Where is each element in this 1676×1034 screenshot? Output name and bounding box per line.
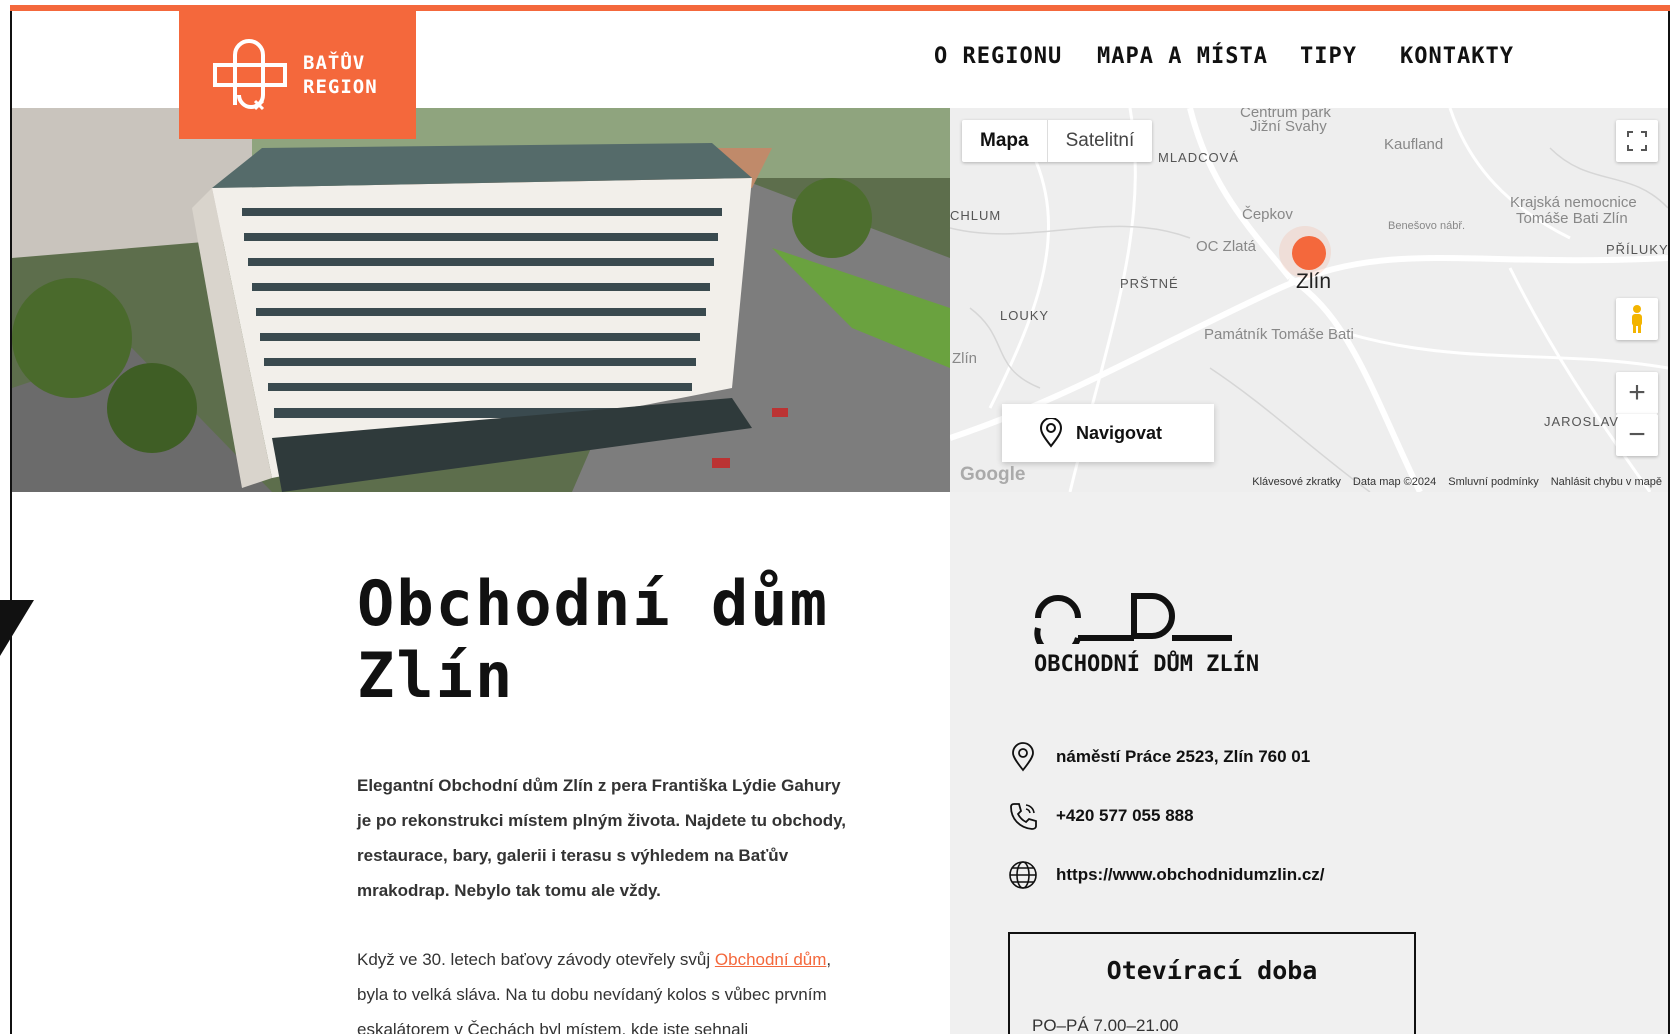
map-label-kaufland: Kaufland [1384,136,1444,153]
map-footer-data: Data map ©2024 [1352,476,1437,488]
website-link[interactable]: https://www.obchodnidumzlin.cz/ [1056,865,1325,885]
map-label-louky: LOUKY [1000,308,1050,323]
opening-hours-title: Otevírací doba [1106,956,1318,985]
map-type-toggle: Mapa Satelitní [962,120,1153,162]
body-paragraph: Když ve 30. letech baťovy závody otevřel… [357,942,847,1034]
minus-icon: − [1628,418,1646,451]
map-label-krajska-nemocnice-2: Tomáše Bati Zlín [1516,210,1628,227]
batuv-region-logo[interactable]: BAŤŮV REGION [179,11,416,139]
location-pin-icon [1039,418,1063,448]
obchodni-dum-link[interactable]: Obchodní dům [715,950,827,969]
phone-icon [1010,803,1037,830]
map-label-priluky: PŘÍLUKY [1606,242,1668,257]
map-label-oc-zlata: OC Zlatá [1196,238,1257,255]
page-title: Obchodní dům Zlín [357,568,877,712]
logo-line-2: REGION [303,76,378,98]
map-footer-shortcuts[interactable]: Klávesové zkratky [1252,476,1341,488]
pegman-icon [1632,305,1642,333]
map-footer: Klávesové zkratky Data map ©2024 Smluvní… [1252,476,1662,488]
info-sidebar: OBCHODNÍ DŮM ZLÍN náměstí Práce 2523, Zl… [950,492,1668,1034]
map-tab-satellite[interactable]: Satelitní [1048,120,1153,162]
phone-row: +420 577 055 888 [1008,801,1194,831]
website-row: https://www.obchodnidumzlin.cz/ [1008,860,1325,890]
navigate-label: Navigovat [1076,422,1163,443]
street-view-pegman[interactable] [1616,298,1658,340]
map-label-krajska-nemocnice: Krajská nemocnice [1510,194,1637,211]
odz-brand-logo [1034,593,1232,644]
opening-hours-box: Otevírací doba PO–PÁ 7.00–21.00 [1008,932,1416,1034]
map-label-prstne: PRŠTNÉ [1120,276,1179,291]
zoom-in-button[interactable]: + [1616,372,1658,414]
intro-paragraph: Elegantní Obchodní dům Zlín z pera Frant… [357,776,847,900]
map-label-zlin-small: Zlín [952,350,978,367]
page-title-line-1: Obchodní dům [357,567,829,640]
opening-hours-weekdays: PO–PÁ 7.00–21.00 [1032,1016,1179,1034]
map-tab-map[interactable]: Mapa [962,120,1048,162]
navigate-button[interactable]: Navigovat [1002,404,1214,462]
map-label-chlum: CHLUM [950,208,1002,223]
logo-line-1: BAŤŮV [303,52,366,74]
page-title-line-2: Zlín [357,639,515,712]
google-logo: Google [960,464,1026,485]
address-row: náměstí Práce 2523, Zlín 760 01 [1008,742,1310,772]
decorative-shape [0,600,34,656]
map-footer-terms[interactable]: Smluvní podmínky [1448,476,1538,488]
nav-item-mapa-a-mista[interactable]: MAPA A MÍSTA [1097,44,1268,69]
building-aerial-image [12,108,950,492]
nav-item-kontakty[interactable]: KONTAKTY [1400,44,1514,69]
odz-brand-text: OBCHODNÍ DŮM ZLÍN [1034,652,1260,677]
location-marker[interactable] [1292,236,1326,270]
map-label-jizni-svahy: Jižní Svahy [1250,118,1327,135]
phone-text[interactable]: +420 577 055 888 [1056,806,1194,826]
logo-text: BAŤŮV REGION [303,51,378,99]
map-label-benesovo: Benešovo nábř. [1388,220,1466,232]
fullscreen-button[interactable] [1616,120,1658,162]
map-footer-report[interactable]: Nahlásit chybu v mapě [1551,476,1662,488]
fullscreen-icon [1627,131,1647,151]
map-label-pamatnik: Památník Tomáše Bati [1204,326,1354,343]
body-text-before: Když ve 30. letech baťovy závody otevřel… [357,950,715,969]
location-pin-icon [1012,742,1034,772]
map-label-mladcova: MLADCOVÁ [1158,150,1239,165]
globe-icon [1009,861,1037,889]
hero-photo [12,108,950,492]
map-city-label: Zlín [1296,270,1332,293]
address-text: náměstí Práce 2523, Zlín 760 01 [1056,747,1311,766]
google-map[interactable]: Mapa Satelitní + − Centrum park Jižní Sv… [950,108,1668,492]
map-label-cepkov: Čepkov [1242,206,1293,223]
plus-icon: + [1628,376,1646,409]
nav-item-tipy[interactable]: TIPY [1300,44,1357,69]
region-emblem-icon [213,39,287,111]
nav-item-o-regionu[interactable]: O REGIONU [934,44,1062,69]
map-label-jaroslav: JAROSLAV [1544,414,1619,429]
zoom-out-button[interactable]: − [1616,414,1658,456]
